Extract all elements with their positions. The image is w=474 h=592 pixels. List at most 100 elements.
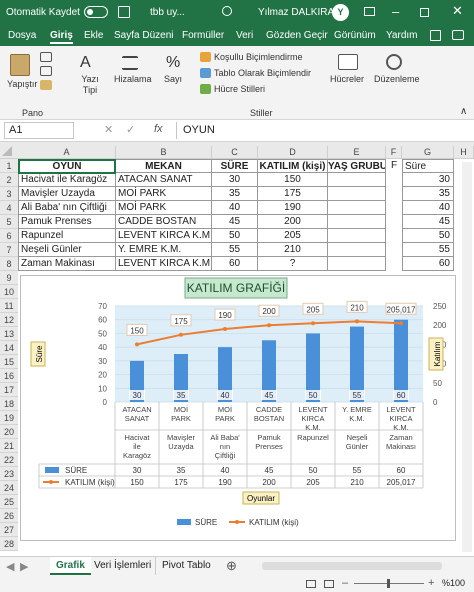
line-point[interactable] [399,321,403,326]
table-cell[interactable]: 205 [258,229,328,243]
bar-data-label[interactable]: 55 [353,391,362,400]
row-header[interactable]: 27 [0,523,18,537]
row-header[interactable]: 4 [0,201,18,215]
table-cell[interactable]: Zaman Makinası [18,257,116,271]
font-label[interactable]: Yazı Tipi [76,74,104,96]
paste-icon[interactable] [10,54,30,76]
table-cell[interactable]: 200 [258,215,328,229]
table-cell[interactable]: LEVENT KIRCA K.M. [116,257,212,271]
table-value[interactable]: 205 [306,478,320,487]
line-point[interactable] [179,332,183,337]
page-layout-icon[interactable] [324,580,334,588]
horizontal-scrollbar[interactable] [262,562,442,570]
g-value-cell[interactable]: 55 [402,243,454,257]
y-tick-label[interactable]: 70 [98,302,107,311]
tab-gorunum[interactable]: Görünüm [334,30,376,41]
table-cell[interactable]: Neşeli Günler [18,243,116,257]
line-data-label[interactable]: 150 [130,326,144,335]
autosave-toggle[interactable] [84,6,108,18]
legend-label[interactable]: SÜRE [195,518,217,527]
table-cell[interactable]: MOİ PARK [116,201,212,215]
format-painter-icon[interactable] [40,80,52,90]
subcategory-label[interactable]: Prenses [255,442,283,451]
table-cell[interactable]: 190 [258,201,328,215]
alignment-label[interactable]: Hizalama [114,74,152,84]
table-value[interactable]: 45 [265,466,274,475]
editing-icon[interactable] [386,54,402,70]
row-header[interactable]: 8 [0,257,18,271]
y-tick-label[interactable]: 50 [98,329,107,338]
table-cell[interactable]: Rapunzel [18,229,116,243]
tab-giris[interactable]: Giriş [50,30,73,44]
table-value[interactable]: 40 [221,466,230,475]
tab-yardim[interactable]: Yardım [386,30,418,41]
category-label[interactable]: KIRCA [390,414,413,423]
subcategory-label[interactable]: Rapunzel [297,433,329,442]
table-value[interactable]: 190 [218,478,232,487]
y2-tick-label[interactable]: 250 [433,302,447,311]
ribbon-display-icon[interactable] [364,7,375,16]
y-tick-label[interactable]: 40 [98,343,107,352]
row-header[interactable]: 1 [0,159,18,173]
g-value-cell[interactable]: 30 [402,173,454,187]
zoom-out-icon[interactable]: – [342,577,348,589]
row-header[interactable]: 15 [0,355,18,369]
row-header[interactable]: 22 [0,453,18,467]
line-data-label[interactable]: 205 [306,305,320,314]
zoom-in-icon[interactable]: + [428,577,434,589]
category-label[interactable]: KIRCA [302,414,325,423]
row-header[interactable]: 28 [0,537,18,551]
row-header[interactable]: 26 [0,509,18,523]
legend-key-bar[interactable] [45,467,59,473]
table-cell[interactable] [328,173,386,187]
category-label[interactable]: K.M. [305,423,320,432]
chart-title[interactable]: KATILIM GRAFİĞİ [187,280,285,295]
table-cell[interactable] [328,257,386,271]
table-cell[interactable]: ATACAN SANAT [116,173,212,187]
add-sheet-icon[interactable]: ⊕ [226,558,237,574]
combo-chart[interactable]: KATILIM GRAFİĞİ0102030405060700501001502… [21,276,457,542]
row-header[interactable]: 13 [0,327,18,341]
x-axis-title[interactable]: Oyunlar [247,494,275,503]
copy-icon[interactable] [40,66,52,76]
table-cell[interactable]: 35 [212,187,258,201]
avatar[interactable]: Y [332,4,349,21]
line-data-label[interactable]: 205,017 [387,305,416,314]
column-header-e[interactable]: E [328,146,386,158]
category-label[interactable]: BOSTAN [254,414,284,423]
table-value[interactable]: 60 [397,466,406,475]
row-header[interactable]: 9 [0,271,18,285]
file-name[interactable]: tbb uy... [150,7,185,18]
chart-object[interactable]: KATILIM GRAFİĞİ0102030405060700501001502… [20,275,456,541]
tab-gozden-gecir[interactable]: Gözden Geçir [266,30,328,41]
column-header-h[interactable]: H [454,146,474,158]
table-cell[interactable] [328,215,386,229]
category-label[interactable]: SANAT [125,414,150,423]
collapse-ribbon-icon[interactable]: ∧ [460,106,467,117]
row-header[interactable]: 20 [0,425,18,439]
minimize-icon[interactable]: – [392,4,399,19]
row-header[interactable]: 21 [0,439,18,453]
table-cell[interactable] [328,187,386,201]
conditional-format-button[interactable]: Koşullu Biçimlendirme [214,52,303,62]
close-icon[interactable]: ✕ [452,3,463,19]
table-cell[interactable]: ? [258,257,328,271]
subcategory-label[interactable]: ile [133,442,141,451]
y2-tick-label[interactable]: 50 [433,379,442,388]
alignment-icon[interactable] [122,56,138,70]
sheet-tab-veri-islemleri[interactable]: Veri İşlemleri [90,557,157,575]
table-cell[interactable]: 50 [212,229,258,243]
line-point[interactable] [135,342,139,347]
vertical-scrollbar[interactable] [462,162,472,552]
category-label[interactable]: LEVENT [298,405,328,414]
y2-tick-label[interactable]: 0 [433,398,438,407]
next-sheet-icon[interactable]: ▶ [20,560,28,573]
line-data-label[interactable]: 175 [174,317,188,326]
paste-label[interactable]: Yapıştır [7,79,37,89]
function-icon[interactable]: fx [154,123,163,135]
maximize-icon[interactable] [420,8,429,17]
name-box[interactable]: A1 [4,122,74,139]
category-label[interactable]: PARK [171,414,191,423]
table-value[interactable]: 150 [130,478,144,487]
table-cell[interactable] [328,243,386,257]
